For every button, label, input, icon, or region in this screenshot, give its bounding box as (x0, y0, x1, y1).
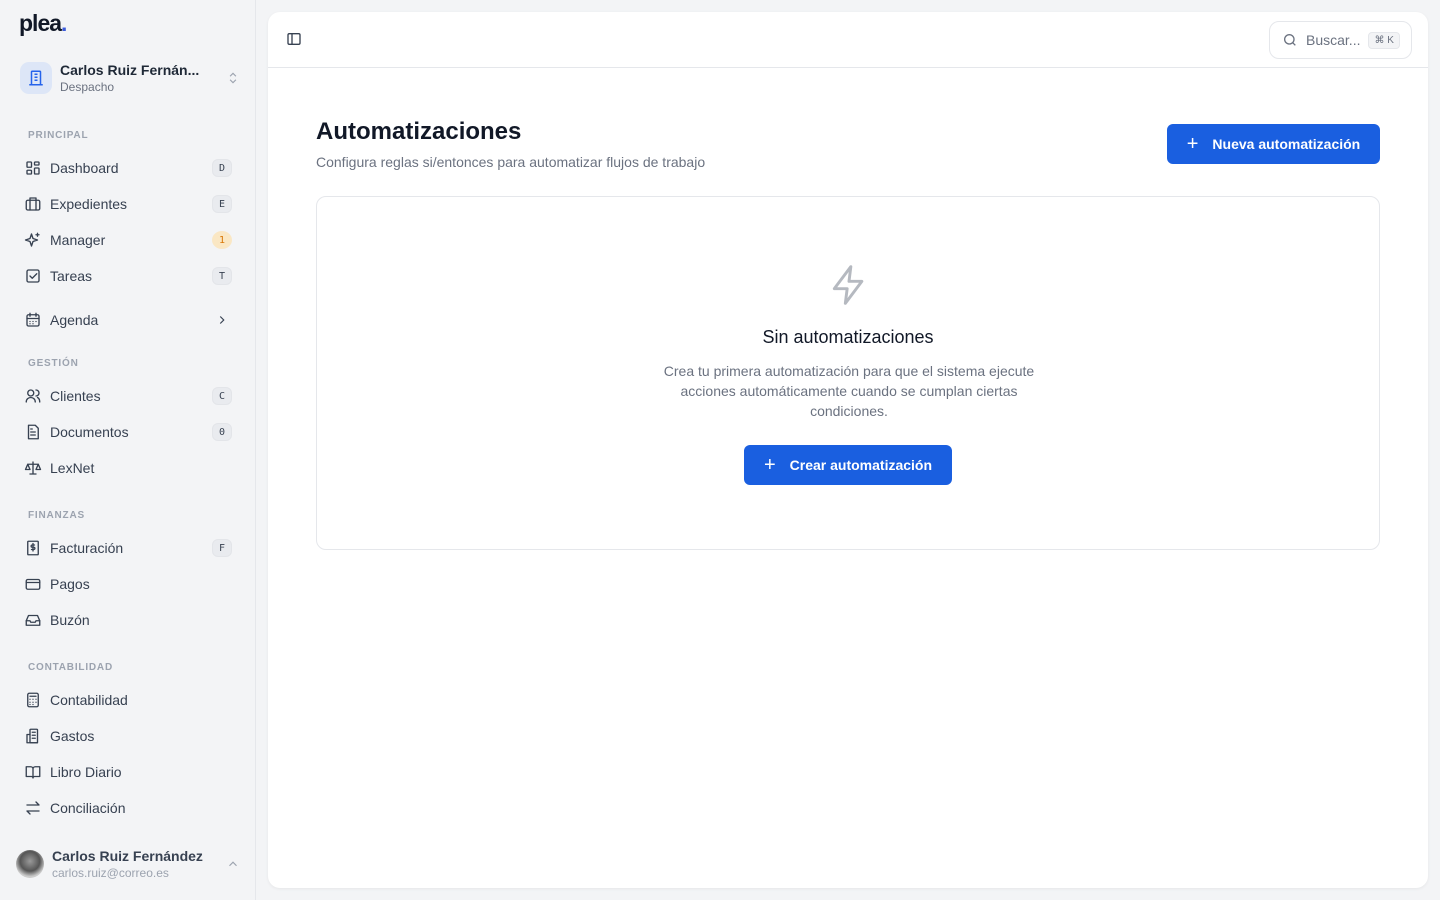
sidebar-item-documentos[interactable]: Documentos 0 (24, 418, 232, 446)
workspace-name: Carlos Ruiz Fernán... (60, 62, 200, 78)
notification-badge: 1 (212, 231, 232, 249)
sidebar-item-label: Pagos (50, 576, 90, 592)
user-name: Carlos Ruiz Fernández (52, 848, 203, 864)
shortcut-badge: T (212, 267, 232, 285)
search-shortcut: ⌘ K (1368, 31, 1400, 49)
sidebar-item-label: Clientes (50, 388, 101, 404)
sidebar-item-label: Manager (50, 232, 106, 248)
workspace-type: Despacho (60, 80, 115, 94)
sidebar-item-manager[interactable]: Manager 1 (24, 226, 232, 254)
search-icon (1284, 34, 1296, 46)
section-principal: PRINCIPAL (28, 130, 89, 141)
create-automation-button[interactable]: + Crear automatización (744, 445, 952, 485)
briefcase-icon (25, 197, 41, 211)
sidebar-item-lexnet[interactable]: LexNet (24, 454, 232, 482)
sidebar-item-label: Libro Diario (50, 764, 122, 780)
empty-state: Sin automatizaciones Crea tu primera aut… (316, 196, 1380, 550)
users-icon (25, 389, 41, 403)
dashboard-icon (26, 161, 40, 175)
create-automation-label: Crear automatización (789, 457, 933, 473)
main-panel: Buscar... ⌘ K Automatizaciones Configura… (268, 12, 1428, 888)
sidebar-item-conciliacio-n[interactable]: Conciliación (24, 794, 232, 822)
page-title: Automatizaciones (316, 118, 522, 145)
sidebar-item-label: Tareas (50, 268, 93, 284)
arrows-icon (26, 801, 40, 815)
sidebar-item-label: Buzón (50, 612, 90, 628)
empty-title: Sin automatizaciones (762, 327, 934, 347)
section-finanzas: FINANZAS (28, 510, 85, 521)
plus-icon: + (1186, 132, 1199, 155)
user-email: carlos.ruiz@correo.es (52, 866, 169, 880)
calculator-icon (27, 692, 39, 708)
calendar-icon (26, 312, 40, 327)
new-automation-label: Nueva automatización (1212, 136, 1361, 152)
sidebar-item-label: Conciliación (50, 800, 126, 816)
sidebar-item-label: Documentos (50, 424, 129, 440)
sidebar-item-dashboard[interactable]: Dashboard D (24, 154, 232, 182)
workspace-switcher[interactable]: Carlos Ruiz Fernán... Despacho (20, 60, 240, 96)
building-icon (20, 62, 52, 94)
topbar: Buscar... ⌘ K (268, 12, 1428, 68)
shortcut-badge: F (212, 539, 232, 557)
sidebar-item-label: Agenda (50, 312, 99, 328)
sidebar-item-label: Dashboard (50, 160, 119, 176)
shortcut-badge: C (212, 387, 232, 405)
logo[interactable]: plea. (19, 10, 68, 37)
inbox-icon (25, 614, 41, 626)
document-icon (27, 424, 39, 440)
sidebar-item-clientes[interactable]: Clientes C (24, 382, 232, 410)
sidebar-item-label: Gastos (50, 728, 95, 744)
sidebar-toggle-icon[interactable] (286, 31, 302, 47)
receipt-icon (26, 728, 39, 744)
new-automation-button[interactable]: + Nueva automatización (1167, 124, 1380, 164)
sidebar-item-tareas[interactable]: Tareas T (24, 262, 232, 290)
sidebar-item-agenda[interactable]: Agenda (24, 306, 232, 334)
invoice-icon (27, 540, 39, 556)
page-subtitle: Configura reglas si/entonces para automa… (316, 154, 706, 170)
shortcut-badge: 0 (212, 423, 232, 441)
sidebar-item-facturacio-n[interactable]: Facturación F (24, 534, 232, 562)
shortcut-badge: D (212, 159, 232, 177)
lightning-icon (832, 265, 864, 305)
logo-text: plea (19, 10, 62, 36)
avatar (16, 850, 44, 878)
sidebar-item-libro-diario[interactable]: Libro Diario (24, 758, 232, 786)
section-gestión: GESTIÓN (28, 358, 79, 369)
book-icon (25, 766, 41, 779)
chevron-up-icon (229, 861, 237, 867)
sidebar-item-label: LexNet (50, 460, 95, 476)
empty-description: Crea tu primera automatización para que … (663, 363, 1035, 419)
sidebar-item-pagos[interactable]: Pagos (24, 570, 232, 598)
shortcut-badge: E (212, 195, 232, 213)
search-input[interactable]: Buscar... ⌘ K (1269, 21, 1412, 59)
section-contabilidad: CONTABILIDAD (28, 662, 113, 673)
sidebar-item-label: Expedientes (50, 196, 128, 212)
credit-card-icon (25, 578, 41, 590)
checkbox-icon (26, 269, 40, 283)
sidebar-item-contabilidad[interactable]: Contabilidad (24, 686, 232, 714)
search-placeholder: Buscar... (1306, 32, 1361, 48)
scale-icon (24, 461, 42, 475)
chevron-right-icon (219, 316, 225, 324)
user-menu[interactable]: Carlos Ruiz Fernández carlos.ruiz@correo.… (16, 848, 240, 880)
sidebar: plea. Carlos Ruiz Fernán... Despacho PRIN… (0, 0, 256, 900)
sidebar-item-gastos[interactable]: Gastos (24, 722, 232, 750)
chevrons-updown-icon (229, 72, 237, 84)
sidebar-item-expedientes[interactable]: Expedientes E (24, 190, 232, 218)
sidebar-item-label: Contabilidad (50, 692, 128, 708)
sidebar-item-buzo-n[interactable]: Buzón (24, 606, 232, 634)
plus-icon: + (763, 453, 776, 476)
sparkles-icon (24, 232, 40, 247)
sidebar-item-label: Facturación (50, 540, 124, 556)
